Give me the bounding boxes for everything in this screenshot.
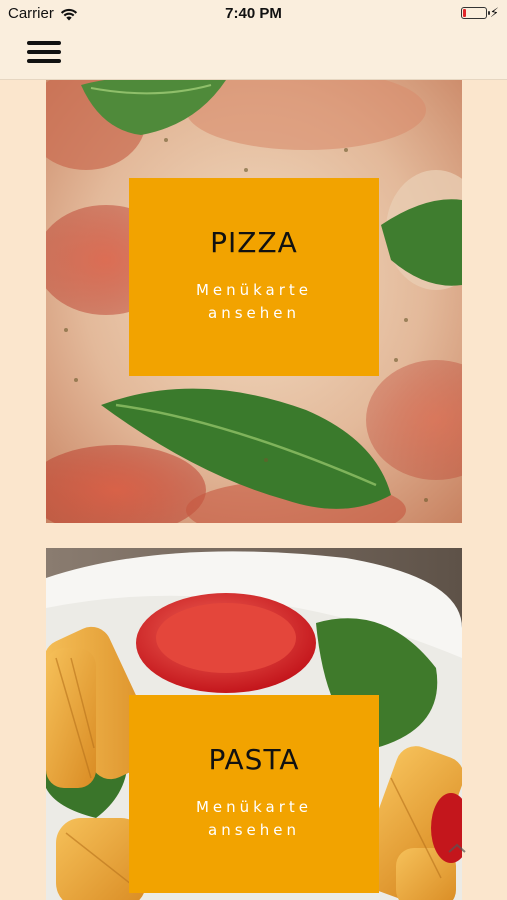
charging-bolt-icon: ⚡︎ [489,5,499,20]
app-header [0,28,507,80]
pasta-overlay[interactable]: PASTA Menükarte ansehen [129,695,379,893]
category-title-pasta: PASTA [208,743,300,776]
category-card-pizza[interactable]: PIZZA Menükarte ansehen [46,80,462,523]
menu-link-pizza-line1: Menükarte [195,281,313,299]
category-title-pizza: PIZZA [210,226,298,259]
status-time: 7:40 PM [225,5,282,22]
menu-link-pizza-line2: ansehen [208,304,300,322]
battery-group: ⚡︎ [460,5,499,20]
menu-link-pasta-line1: Menükarte [195,798,313,816]
status-bar: Carrier 7:40 PM ⚡︎ [0,0,507,28]
category-card-pasta[interactable]: PASTA Menükarte ansehen [46,548,462,900]
pizza-overlay[interactable]: PIZZA Menükarte ansehen [129,178,379,376]
battery-icon [460,6,490,19]
menu-link-pasta[interactable]: Menükarte ansehen [129,796,379,842]
hamburger-menu-icon[interactable] [25,38,63,68]
battery-level [462,8,466,17]
menu-link-pasta-line2: ansehen [208,821,300,839]
chevron-up-icon[interactable] [446,840,468,856]
menu-link-pizza[interactable]: Menükarte ansehen [129,279,379,325]
